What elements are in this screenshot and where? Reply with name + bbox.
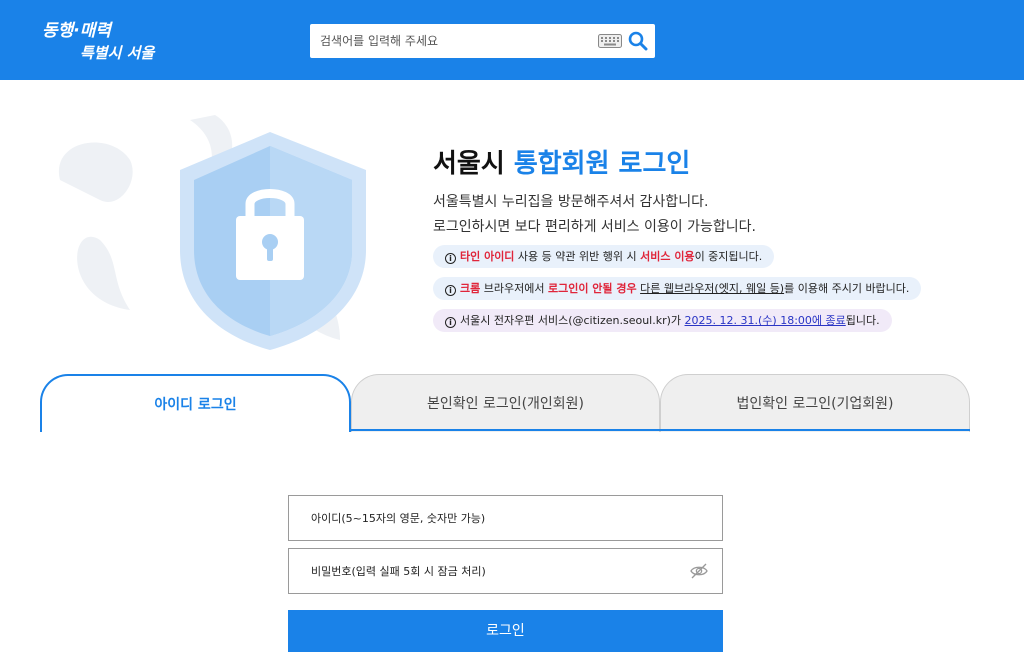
notice-browser: i 크롬 브라우저에서 로그인이 안될 경우 다른 웹브라우저(엣지, 웨일 등)… xyxy=(433,277,922,300)
login-button[interactable]: 로그인 xyxy=(288,610,723,652)
id-field xyxy=(288,495,723,541)
seoul-logo-mark: 동행·매력 특별시 서울 xyxy=(42,21,156,62)
password-field xyxy=(288,548,723,594)
notice-text: 사용 등 약관 위반 행위 시 xyxy=(514,250,641,263)
welcome-subtext: 로그인하시면 보다 편리하게 서비스 이용이 가능합니다. xyxy=(433,219,756,235)
notice-email-service: i 서울시 전자우편 서비스(@citizen.seoul.kr)가 2025. … xyxy=(433,309,892,332)
notice-date-link[interactable]: 2025. 12. 31.(수) 18:00에 종료 xyxy=(685,314,846,327)
notice-highlight: 크롬 xyxy=(460,282,481,295)
notice-text: 브라우저에서 xyxy=(480,282,548,295)
seoul-logo[interactable]: 동행·매력 특별시 서울 xyxy=(40,14,160,66)
notice-text: 를 이용해 주시기 바랍니다. xyxy=(784,282,910,295)
page-title-accent: 통합회원 로그인 xyxy=(513,149,691,179)
svg-text:특별시 서울: 특별시 서울 xyxy=(80,44,156,62)
notice-highlight: 서비스 이용 xyxy=(640,250,695,263)
notice-account-misuse: i 타인 아이디 사용 등 약관 위반 행위 시 서비스 이용이 중지됩니다. xyxy=(433,245,775,268)
site-header: 동행·매력 특별시 서울 xyxy=(0,0,1024,80)
info-icon: i xyxy=(445,317,456,328)
page-title-prefix: 서울시 xyxy=(433,149,514,179)
tab-personal-verification[interactable]: 본인확인 로그인(개인회원) xyxy=(351,374,660,432)
notice-highlight: 로그인이 안될 경우 xyxy=(547,282,637,295)
password-input[interactable] xyxy=(289,549,722,593)
keyboard-icon[interactable] xyxy=(598,34,622,48)
search-icon[interactable] xyxy=(628,31,648,51)
welcome-text: 서울특별시 누리집을 방문해주셔서 감사합니다. xyxy=(433,194,709,210)
notice-text: 서울시 전자우편 서비스(@citizen.seoul.kr)가 xyxy=(460,314,685,327)
search-box xyxy=(310,24,655,58)
notice-underline: 다른 웹브라우저(엣지, 웨일 등) xyxy=(640,282,785,295)
login-tabs: 아이디 로그인 본인확인 로그인(개인회원) 법인확인 로그인(기업회원) xyxy=(40,374,970,432)
id-input[interactable] xyxy=(289,496,722,540)
page-title: 서울시 통합회원 로그인 xyxy=(433,143,690,180)
info-icon: i xyxy=(445,285,456,296)
notice-text: 됩니다. xyxy=(845,314,880,327)
tab-corporate-verification[interactable]: 법인확인 로그인(기업회원) xyxy=(660,374,970,432)
shield-lock-icon xyxy=(58,115,366,350)
tab-divider xyxy=(351,429,970,431)
tab-id-login[interactable]: 아이디 로그인 xyxy=(40,374,351,432)
search-input[interactable] xyxy=(310,24,590,58)
svg-text:동행·매력: 동행·매력 xyxy=(42,21,113,41)
eye-off-icon[interactable] xyxy=(690,563,708,579)
notice-text: 이 중지됩니다. xyxy=(694,250,763,263)
info-icon: i xyxy=(445,253,456,264)
notice-highlight: 타인 아이디 xyxy=(460,250,515,263)
